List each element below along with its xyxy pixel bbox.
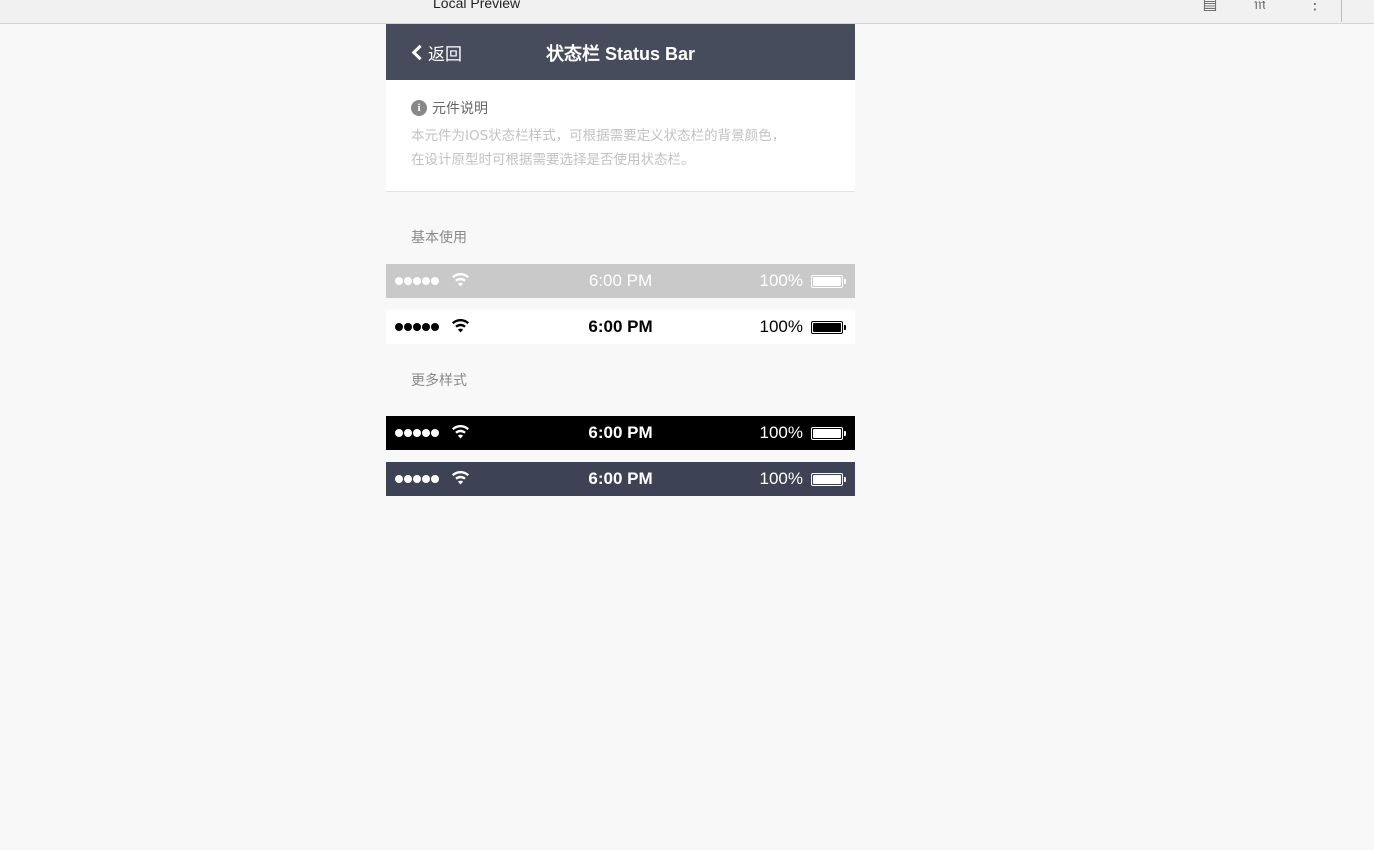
battery-percent: 100%: [759, 469, 803, 488]
battery-percent: 100%: [759, 271, 803, 290]
status-bar-slate: 6:00 PM 100%: [386, 462, 855, 496]
battery-icon: [811, 473, 846, 486]
reader-mode-icon[interactable]: ▤: [1200, 0, 1220, 12]
page-title: 状态栏 Status Bar: [545, 44, 696, 64]
description-text: 本元件为IOS状态栏样式，可根据需要定义状态栏的背景颜色， 在设计原型时可根据需…: [411, 124, 830, 172]
section-label-more: 更多样式: [411, 373, 467, 389]
status-bar-white: 6:00 PM 100%: [386, 310, 855, 344]
description-heading: i 元件说明: [411, 98, 830, 118]
description-card: i 元件说明 本元件为IOS状态栏样式，可根据需要定义状态栏的背景颜色， 在设计…: [386, 80, 855, 192]
battery-percent: 100%: [759, 423, 803, 442]
toolbar-divider: [1341, 0, 1342, 22]
status-bar-black: 6:00 PM 100%: [386, 416, 855, 450]
battery-icon: [811, 275, 846, 288]
info-icon: i: [411, 100, 427, 116]
description-heading-text: 元件说明: [432, 101, 488, 117]
description-line-1: 本元件为IOS状态栏样式，可根据需要定义状态栏的背景颜色，: [411, 128, 786, 144]
status-bar-grey: 6:00 PM 100%: [386, 264, 855, 298]
browser-toolbar: Local Preview ▤ 𝔪 ⋮: [0, 0, 1374, 24]
section-label-basic: 基本使用: [411, 230, 467, 246]
battery-icon: [811, 427, 846, 440]
battery-icon: [811, 321, 846, 334]
more-menu-icon[interactable]: ⋮: [1305, 0, 1325, 12]
description-line-2: 在设计原型时可根据需要选择是否使用状态栏。: [411, 152, 695, 168]
battery-percent: 100%: [759, 317, 803, 336]
translate-icon[interactable]: 𝔪: [1250, 0, 1270, 12]
navigation-bar: 返回 状态栏 Status Bar: [386, 24, 855, 80]
phone-page: 返回 状态栏 Status Bar i 元件说明 本元件为IOS状态栏样式，可根…: [386, 24, 855, 496]
browser-tab-title[interactable]: Local Preview: [433, 0, 520, 11]
